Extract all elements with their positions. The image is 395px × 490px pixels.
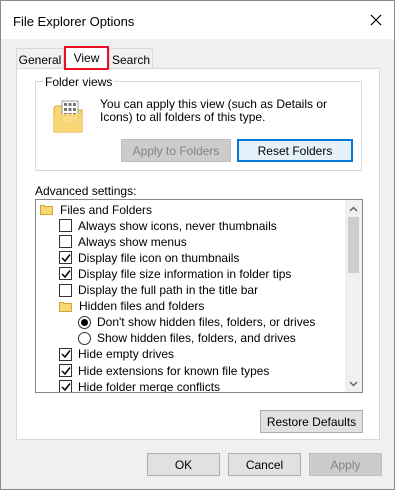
tab-view[interactable]: View <box>64 46 109 70</box>
file-explorer-options-dialog: File Explorer Options General View Searc… <box>0 0 395 490</box>
checkbox[interactable] <box>59 283 72 297</box>
cancel-button[interactable]: Cancel <box>228 453 301 476</box>
folder-views-group: Folder views You can apply this view (su… <box>35 75 362 171</box>
apply-to-folders-button[interactable]: Apply to Folders <box>121 139 231 162</box>
tree-item-label: Hide folder merge conflicts <box>78 379 221 393</box>
tree-item-label: Display the full path in the title bar <box>78 283 259 297</box>
tree-folder-row: Files and Folders <box>40 201 152 218</box>
window-title: File Explorer Options <box>13 14 135 29</box>
checkmark-icon <box>60 269 71 279</box>
checkbox[interactable] <box>59 347 72 361</box>
tree-radio-row[interactable]: Don't show hidden files, folders, or dri… <box>78 314 315 331</box>
checkbox[interactable] <box>59 380 72 392</box>
tree-item-label: Always show menus <box>78 234 187 249</box>
tree-checkbox-row[interactable]: Hide empty drives <box>59 346 174 363</box>
radio-button[interactable] <box>78 331 91 345</box>
checkmark-icon <box>60 382 71 391</box>
tree-item-label: Don't show hidden files, folders, or dri… <box>97 315 316 330</box>
checkbox[interactable] <box>59 364 72 377</box>
checkbox[interactable] <box>59 267 72 281</box>
apply-button[interactable]: Apply <box>309 453 382 476</box>
folder-views-description: You can apply this view (such as Details… <box>100 97 328 124</box>
radio-selected-dot <box>81 318 88 326</box>
view-tab-panel: Folder views You can apply this view (su… <box>16 68 380 440</box>
tab-general[interactable]: General <box>16 48 64 70</box>
tree-item-label: Hidden files and folders <box>79 299 205 314</box>
tree-folder-row: Hidden files and folders <box>59 298 204 315</box>
tree-item-label: Files and Folders <box>60 202 153 217</box>
tree-radio-row[interactable]: Show hidden files, folders, and drives <box>78 330 296 347</box>
folder-icon <box>59 301 72 312</box>
close-button[interactable] <box>364 9 388 31</box>
tree-item-label: Always show icons, never thumbnails <box>78 218 277 233</box>
tree-checkbox-row[interactable]: Display the full path in the title bar <box>59 282 258 299</box>
tree-item-label: Hide empty drives <box>78 347 175 362</box>
vertical-scrollbar[interactable] <box>345 200 362 392</box>
ok-button[interactable]: OK <box>147 453 220 476</box>
tree-checkbox-row[interactable]: Hide extensions for known file types <box>59 362 269 379</box>
tree-item-label: Hide extensions for known file types <box>78 363 270 378</box>
close-icon <box>370 14 382 26</box>
checkbox[interactable] <box>59 235 72 249</box>
chevron-down-icon <box>349 381 358 386</box>
tree-checkbox-row[interactable]: Hide folder merge conflicts <box>59 378 221 393</box>
folder-view-icon <box>53 100 83 133</box>
advanced-settings-label: Advanced settings: <box>35 184 137 198</box>
checkmark-icon <box>60 253 71 262</box>
checkbox[interactable] <box>59 251 72 265</box>
radio-button[interactable] <box>78 315 91 329</box>
scroll-down-button[interactable] <box>345 375 362 392</box>
scrollbar-thumb[interactable] <box>348 217 359 273</box>
scroll-up-button[interactable] <box>345 200 362 217</box>
tree-checkbox-row[interactable]: Always show menus <box>59 233 187 250</box>
checkbox[interactable] <box>59 219 72 233</box>
tree-item-label: Show hidden files, folders, and drives <box>97 331 296 346</box>
tree-checkbox-row[interactable]: Always show icons, never thumbnails <box>59 217 277 234</box>
tree-item-label: Display file size information in folder … <box>78 266 292 281</box>
advanced-settings-tree[interactable]: Hide folder merge conflicts Hide extensio… <box>35 199 363 393</box>
tree-checkbox-row[interactable]: Display file icon on thumbnails <box>59 249 239 266</box>
checkmark-icon <box>60 366 71 375</box>
chevron-up-icon <box>349 206 358 211</box>
title-bar: File Explorer Options <box>1 1 394 39</box>
restore-defaults-button[interactable]: Restore Defaults <box>260 410 363 433</box>
checkmark-icon <box>60 350 71 359</box>
tree-checkbox-row[interactable]: Display file size information in folder … <box>59 265 291 282</box>
reset-folders-button[interactable]: Reset Folders <box>237 139 353 162</box>
tab-search[interactable]: Search <box>109 48 153 70</box>
tree-item-label: Display file icon on thumbnails <box>78 250 240 265</box>
folder-views-legend: Folder views <box>43 75 115 89</box>
folder-icon <box>40 205 53 215</box>
